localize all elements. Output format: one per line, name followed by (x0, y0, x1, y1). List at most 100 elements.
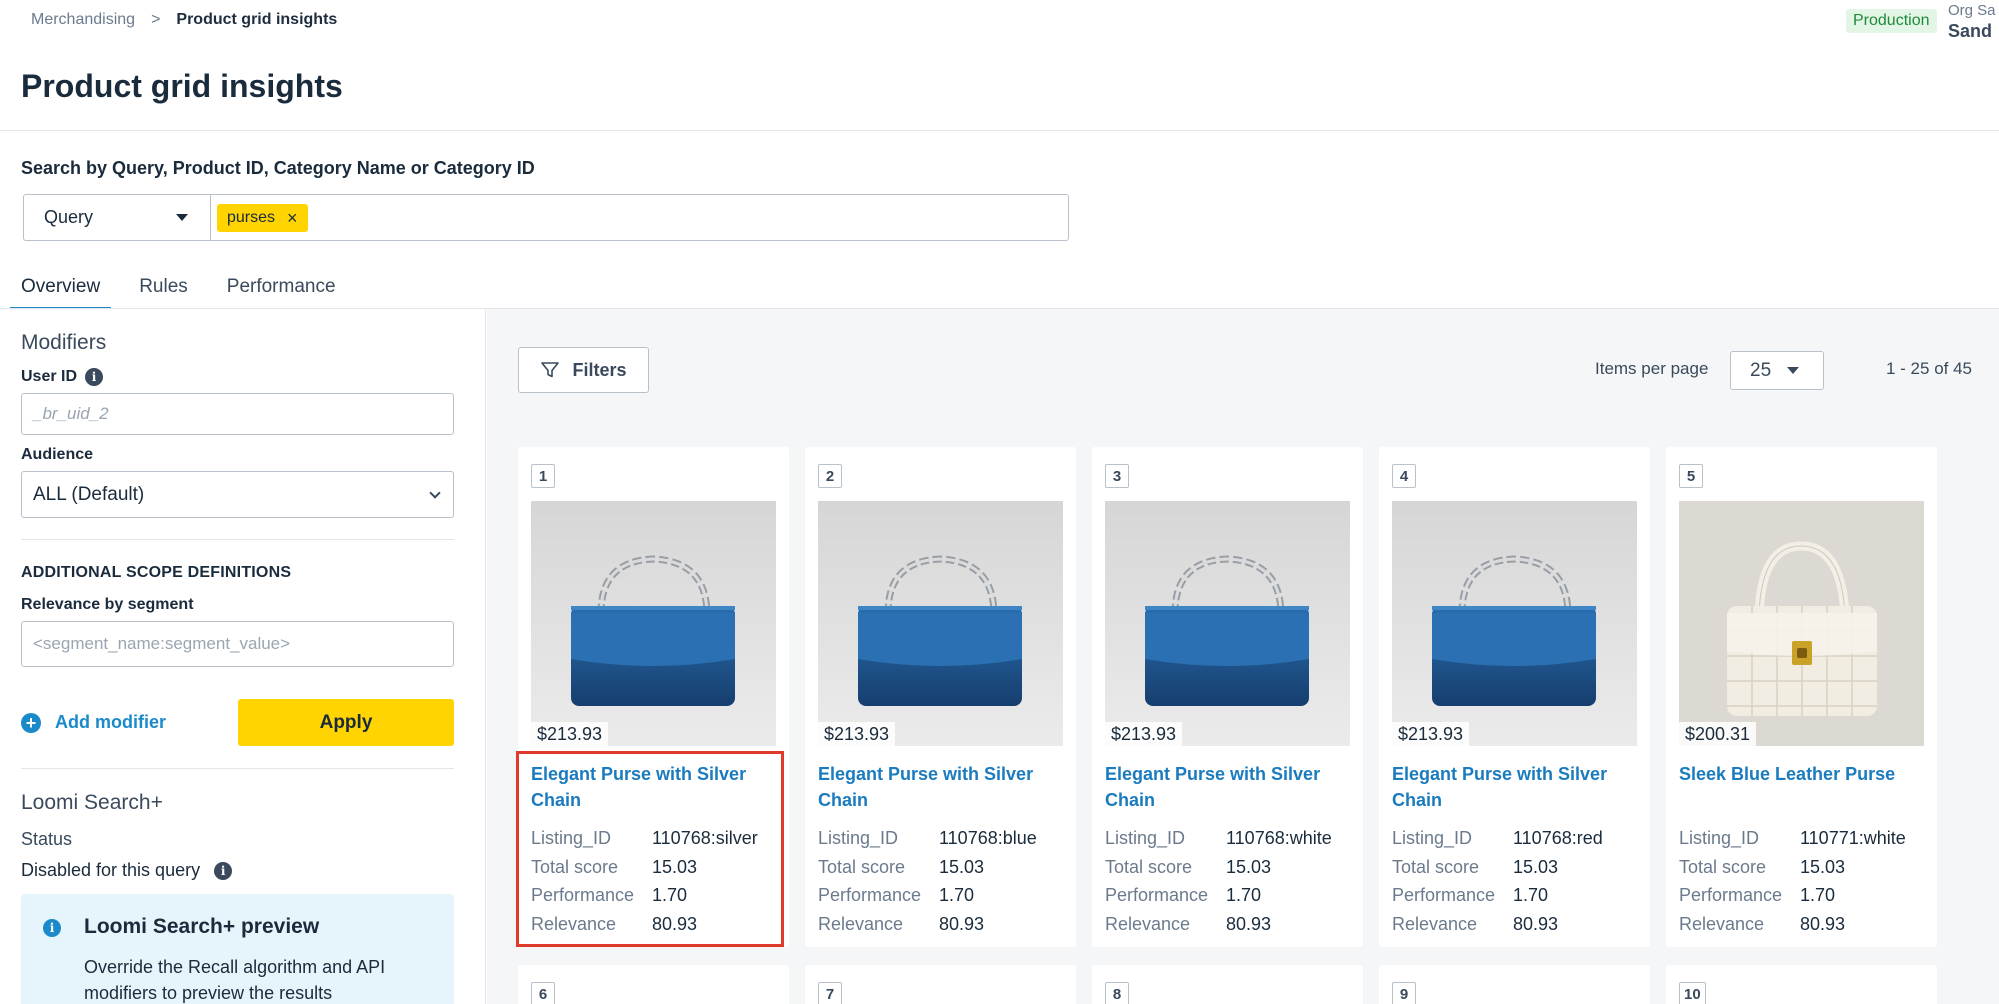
meta-key: Relevance (1679, 913, 1765, 934)
product-card[interactable]: 4 $213.93 Elegant Purse with Silver Chain L… (1379, 447, 1650, 947)
meta-key: Listing_ID (818, 828, 899, 848)
meta-key: Listing_ID (1679, 828, 1760, 848)
relevance-segment-input[interactable]: <segment_name:segment_value> (21, 621, 454, 667)
product-image[interactable] (531, 501, 776, 746)
info-icon[interactable]: i (214, 862, 233, 881)
product-image[interactable] (1105, 501, 1350, 746)
rank-badge: 10 (1679, 982, 1706, 1004)
sidebar-divider (21, 768, 454, 769)
meta-row-total: Total score 15.03 (531, 853, 776, 882)
meta-row-performance: Performance 1.70 (1392, 881, 1637, 910)
meta-value: 110768:silver (652, 828, 758, 848)
breadcrumb-merchandising[interactable]: Merchandising (31, 11, 135, 29)
tab-rules[interactable]: Rules (128, 272, 199, 309)
rank-badge: 8 (1105, 982, 1129, 1004)
product-image[interactable] (1392, 501, 1637, 746)
breadcrumb-separator: > (151, 11, 161, 28)
meta-row-performance: Performance 1.70 (818, 881, 1063, 910)
loomi-preview-callout: i Loomi Search+ preview Override the Rec… (21, 894, 454, 1004)
query-chip-label: purses (227, 208, 276, 226)
meta-key: Relevance (1105, 913, 1191, 934)
meta-key: Relevance (1392, 913, 1478, 934)
search-label: Search by Query, Product ID, Category Na… (21, 158, 535, 178)
product-name-link[interactable]: Elegant Purse with Silver Chain (1105, 761, 1350, 813)
tab-performance[interactable]: Performance (216, 272, 347, 309)
meta-value: 80.93 (1800, 913, 1846, 934)
meta-value: 80.93 (1226, 913, 1272, 934)
query-chip: purses × (217, 203, 308, 232)
sidebar-divider (21, 539, 454, 540)
user-id-label-row: User ID i (21, 368, 104, 386)
meta-row-performance: Performance 1.70 (1105, 881, 1350, 910)
info-icon: i (43, 919, 61, 937)
tab-overview[interactable]: Overview (10, 272, 112, 310)
product-image[interactable] (818, 501, 1063, 746)
meta-value: 80.93 (1513, 913, 1559, 934)
meta-row-total: Total score 15.03 (1392, 853, 1637, 882)
search-type-dropdown[interactable]: Query (24, 195, 211, 240)
chevron-down-icon (429, 486, 441, 499)
meta-row-listing: Listing_ID 110768:silver (531, 824, 776, 853)
audience-select[interactable]: ALL (Default) (21, 471, 454, 518)
product-card[interactable]: 10 (1666, 965, 1937, 1004)
filters-button[interactable]: Filters (518, 347, 649, 393)
top-bar: Merchandising > Product grid insights Pr… (0, 0, 1999, 42)
product-card[interactable]: 9 (1379, 965, 1650, 1004)
add-modifier-button[interactable]: + Add modifier (21, 712, 166, 733)
product-image[interactable] (1679, 501, 1924, 746)
caret-down-icon (176, 214, 188, 221)
product-card[interactable]: 3 $213.93 Elegant Purse with Silver Chain L… (1092, 447, 1363, 947)
meta-value: 1.70 (939, 885, 975, 905)
meta-key: Total score (818, 856, 906, 877)
info-icon[interactable]: i (85, 368, 104, 386)
environment-badge: Production (1846, 9, 1937, 33)
product-card[interactable]: 5 $200.31 Sleek Blue Leather Purse Listing_… (1666, 447, 1937, 947)
apply-button[interactable]: Apply (238, 699, 454, 746)
meta-value: 1.70 (1800, 885, 1836, 905)
status-value: Disabled for this query (21, 860, 201, 880)
product-name-link[interactable]: Sleek Blue Leather Purse (1679, 761, 1924, 787)
meta-row-relevance: Relevance 80.93 (1679, 910, 1924, 939)
items-per-page-select[interactable]: 25 (1730, 351, 1824, 390)
product-name-link[interactable]: Elegant Purse with Silver Chain (1392, 761, 1637, 813)
search-input[interactable]: purses × (211, 195, 1068, 240)
status-label: Status (21, 829, 73, 849)
items-per-page-value: 25 (1750, 359, 1772, 381)
blue-chain-purse-image (1392, 501, 1637, 746)
meta-key: Listing_ID (1105, 828, 1186, 848)
meta-row-listing: Listing_ID 110771:white (1679, 824, 1924, 853)
product-card[interactable]: 7 (805, 965, 1076, 1004)
close-icon[interactable]: × (287, 209, 298, 227)
meta-value: 110768:red (1513, 828, 1603, 848)
meta-value: 80.93 (652, 913, 698, 934)
preview-body: Override the Recall algorithm and API mo… (84, 957, 386, 1003)
page-title: Product grid insights (21, 68, 343, 104)
scope-heading: ADDITIONAL SCOPE DEFINITIONS (21, 564, 292, 581)
meta-row-relevance: Relevance 80.93 (1105, 910, 1350, 939)
meta-row-total: Total score 15.03 (818, 853, 1063, 882)
meta-value: 1.70 (652, 885, 688, 905)
meta-key: Total score (1105, 856, 1193, 877)
audience-value: ALL (Default) (33, 483, 145, 505)
product-card[interactable]: 6 (518, 965, 789, 1004)
meta-row-relevance: Relevance 80.93 (818, 910, 1063, 939)
meta-value: 1.70 (1513, 885, 1549, 905)
rank-badge: 2 (818, 464, 842, 488)
product-name-link[interactable]: Elegant Purse with Silver Chain (531, 761, 776, 813)
rank-badge: 6 (531, 982, 555, 1004)
meta-key: Relevance (531, 913, 617, 934)
plus-circle-icon: + (21, 712, 41, 733)
product-card[interactable]: 1 $213.93 Elegant Purse with Silver Chain L… (518, 447, 789, 947)
product-card[interactable]: 8 (1092, 965, 1363, 1004)
meta-row-performance: Performance 1.70 (1679, 881, 1924, 910)
meta-value: 1.70 (1226, 885, 1262, 905)
price-tag: $213.93 (1392, 722, 1470, 747)
breadcrumb-current: Product grid insights (176, 11, 338, 28)
product-meta: Listing_ID 110768:silver Total score 15.03 P… (531, 824, 776, 938)
product-name-link[interactable]: Elegant Purse with Silver Chain (818, 761, 1063, 813)
meta-key: Total score (531, 856, 619, 877)
product-card[interactable]: 2 $213.93 Elegant Purse with Silver Chain L… (805, 447, 1076, 947)
org-switcher[interactable]: Org Sa Sand (1948, 1, 1996, 41)
title-divider (0, 130, 1999, 131)
user-id-input[interactable]: _br_uid_2 (21, 393, 454, 435)
